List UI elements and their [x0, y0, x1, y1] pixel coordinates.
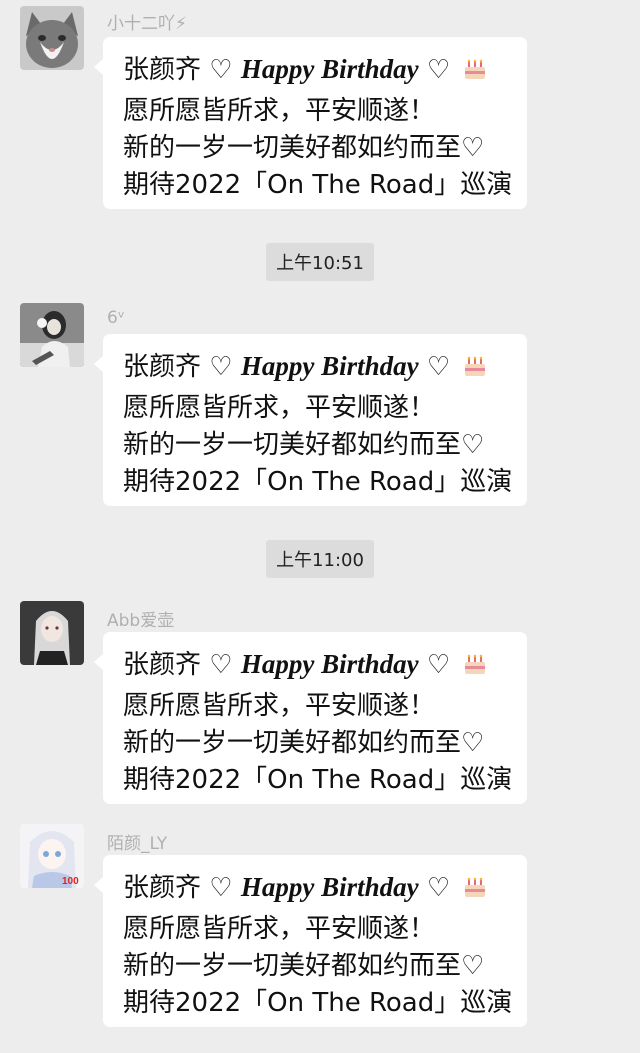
sender-name: 小十二吖⚡: [107, 14, 187, 34]
sender-name: Abb爱壶: [107, 611, 175, 631]
birthday-cake-icon: [462, 56, 488, 93]
avatar[interactable]: [20, 601, 84, 665]
message-line: 愿所愿皆所求，平安顺遂！: [123, 691, 436, 721]
birthday-cake-icon: [462, 651, 488, 688]
message-bubble[interactable]: 张颜齐 ♡ Happy Birthday ♡ 愿所愿皆所求，平安顺遂！ 新的一岁…: [94, 334, 527, 506]
message-bubble[interactable]: 张颜齐 ♡ Happy Birthday ♡ 愿所愿皆所求，平安顺遂！ 新的一岁…: [94, 855, 527, 1027]
message-line: 新的一岁一切美好都如约而至♡: [123, 133, 485, 163]
sender-name: 陌颜_LY: [107, 834, 168, 854]
message-line: 期待2022「On The Road」巡演: [123, 467, 513, 497]
message-line: 愿所愿皆所求，平安顺遂！: [123, 96, 436, 126]
avatar[interactable]: [20, 303, 84, 367]
message-line: 新的一岁一切美好都如约而至♡: [123, 728, 485, 758]
message-line: 期待2022「On The Road」巡演: [123, 170, 513, 200]
message-line: 张颜齐 ♡ Happy Birthday ♡: [123, 869, 527, 911]
message-line: 愿所愿皆所求，平安顺遂！: [123, 393, 436, 423]
message-line: 张颜齐 ♡ Happy Birthday ♡: [123, 348, 527, 390]
message-line: 新的一岁一切美好都如约而至♡: [123, 430, 485, 460]
avatar[interactable]: 100: [20, 824, 84, 888]
message-line: 愿所愿皆所求，平安顺遂！: [123, 914, 436, 944]
timestamp: 上午10:51: [266, 243, 374, 281]
message-line: 新的一岁一切美好都如约而至♡: [123, 951, 485, 981]
message-line: 张颜齐 ♡ Happy Birthday ♡: [123, 51, 527, 93]
svg-text:100: 100: [62, 876, 79, 887]
birthday-cake-icon: [462, 353, 488, 390]
birthday-cake-icon: [462, 874, 488, 911]
avatar-badge: 100: [62, 876, 79, 887]
message-bubble[interactable]: 张颜齐 ♡ Happy Birthday ♡ 愿所愿皆所求，平安顺遂！ 新的一岁…: [94, 37, 527, 209]
message-line: 张颜齐 ♡ Happy Birthday ♡: [123, 646, 527, 688]
sender-name: 6ᵛ: [107, 308, 125, 328]
avatar[interactable]: [20, 6, 84, 70]
timestamp: 上午11:00: [266, 540, 374, 578]
message-line: 期待2022「On The Road」巡演: [123, 765, 513, 795]
message-bubble[interactable]: 张颜齐 ♡ Happy Birthday ♡ 愿所愿皆所求，平安顺遂！ 新的一岁…: [94, 632, 527, 804]
message-line: 期待2022「On The Road」巡演: [123, 988, 513, 1018]
